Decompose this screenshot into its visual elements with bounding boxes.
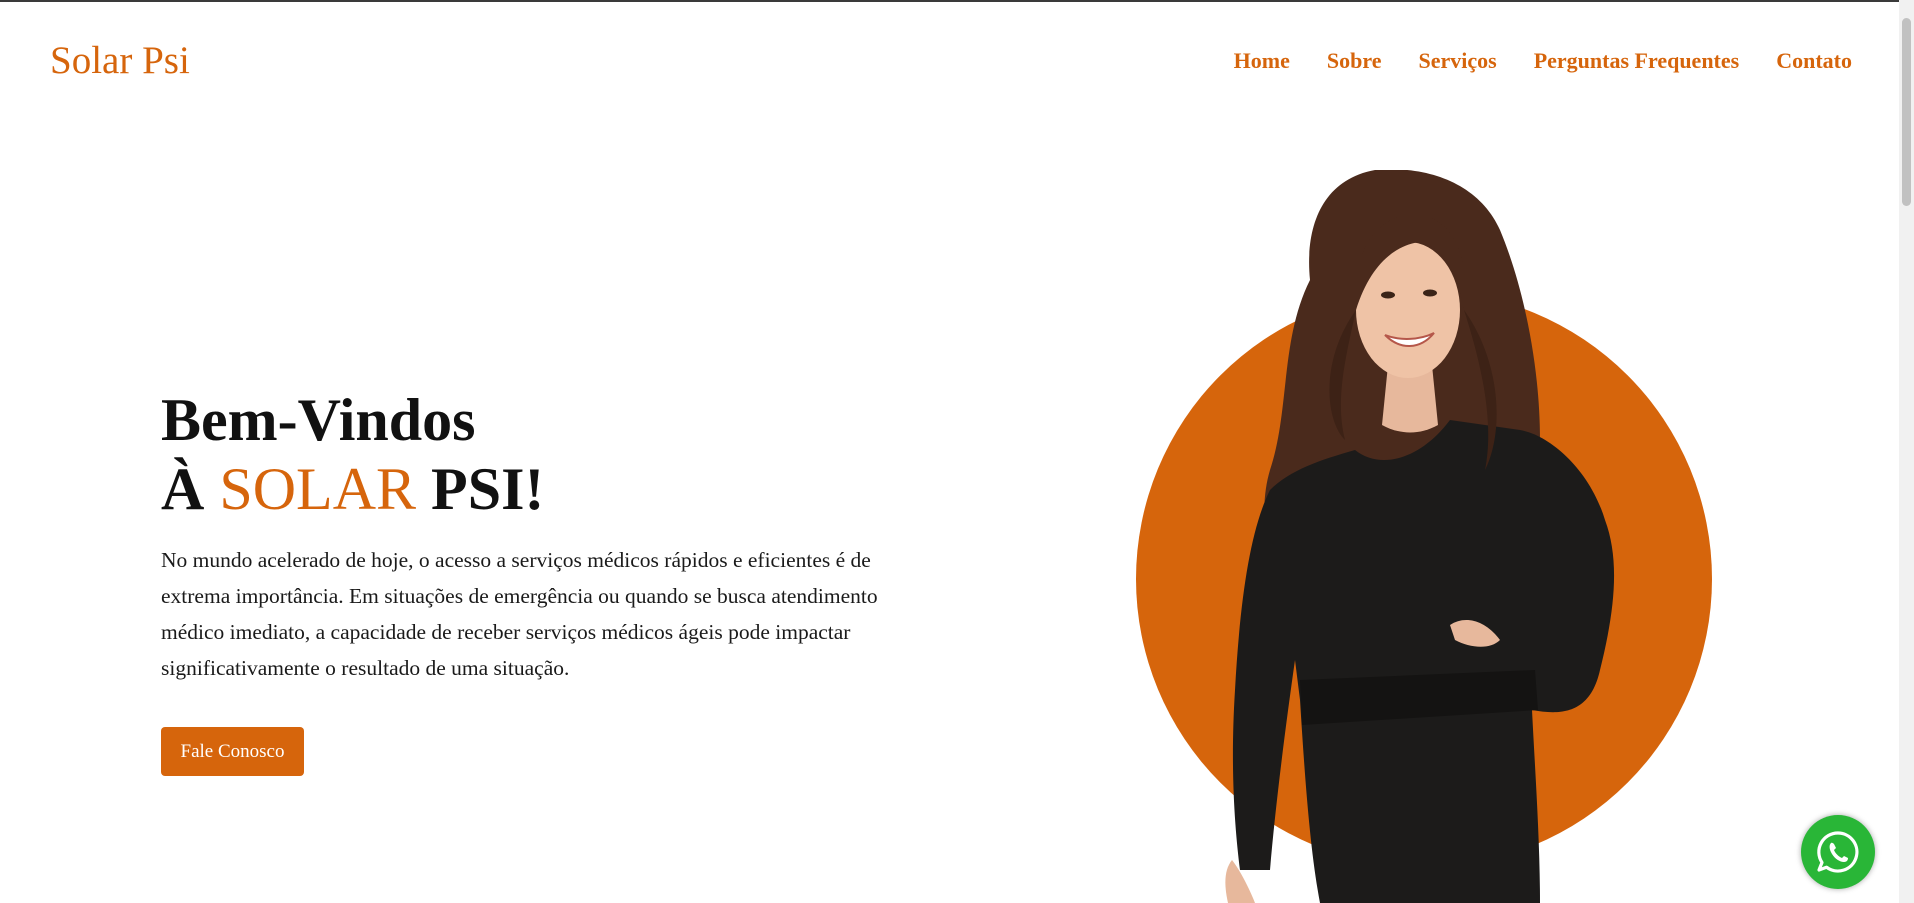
nav-link-perguntas-frequentes[interactable]: Perguntas Frequentes: [1534, 48, 1740, 74]
fale-conosco-button[interactable]: Fale Conosco: [161, 727, 304, 776]
hero-title-suffix: PSI!: [416, 456, 545, 522]
main-nav: Home Sobre Serviços Perguntas Frequentes…: [1234, 48, 1852, 74]
site-logo[interactable]: Solar Psi: [50, 38, 190, 83]
hero-description: No mundo acelerado de hoje, o acesso a s…: [161, 548, 878, 680]
scrollbar-thumb[interactable]: [1902, 18, 1911, 206]
window-top-border: [0, 0, 1914, 2]
nav-link-contato[interactable]: Contato: [1776, 48, 1852, 74]
nav-link-servicos[interactable]: Serviços: [1418, 48, 1496, 74]
nav-link-home[interactable]: Home: [1234, 48, 1290, 74]
hero-title-prefix: À: [161, 456, 220, 522]
page-scrollbar[interactable]: [1899, 0, 1914, 903]
hero-portrait-image: [1136, 170, 1712, 903]
hero-title-line1: Bem-Vindos: [161, 387, 476, 453]
hero-title: Bem-Vindos À SOLAR PSI!: [161, 386, 544, 524]
whatsapp-icon: [1817, 831, 1859, 873]
hero-title-accent: SOLAR: [219, 456, 417, 522]
whatsapp-button[interactable]: [1801, 815, 1875, 889]
nav-link-sobre[interactable]: Sobre: [1327, 48, 1382, 74]
